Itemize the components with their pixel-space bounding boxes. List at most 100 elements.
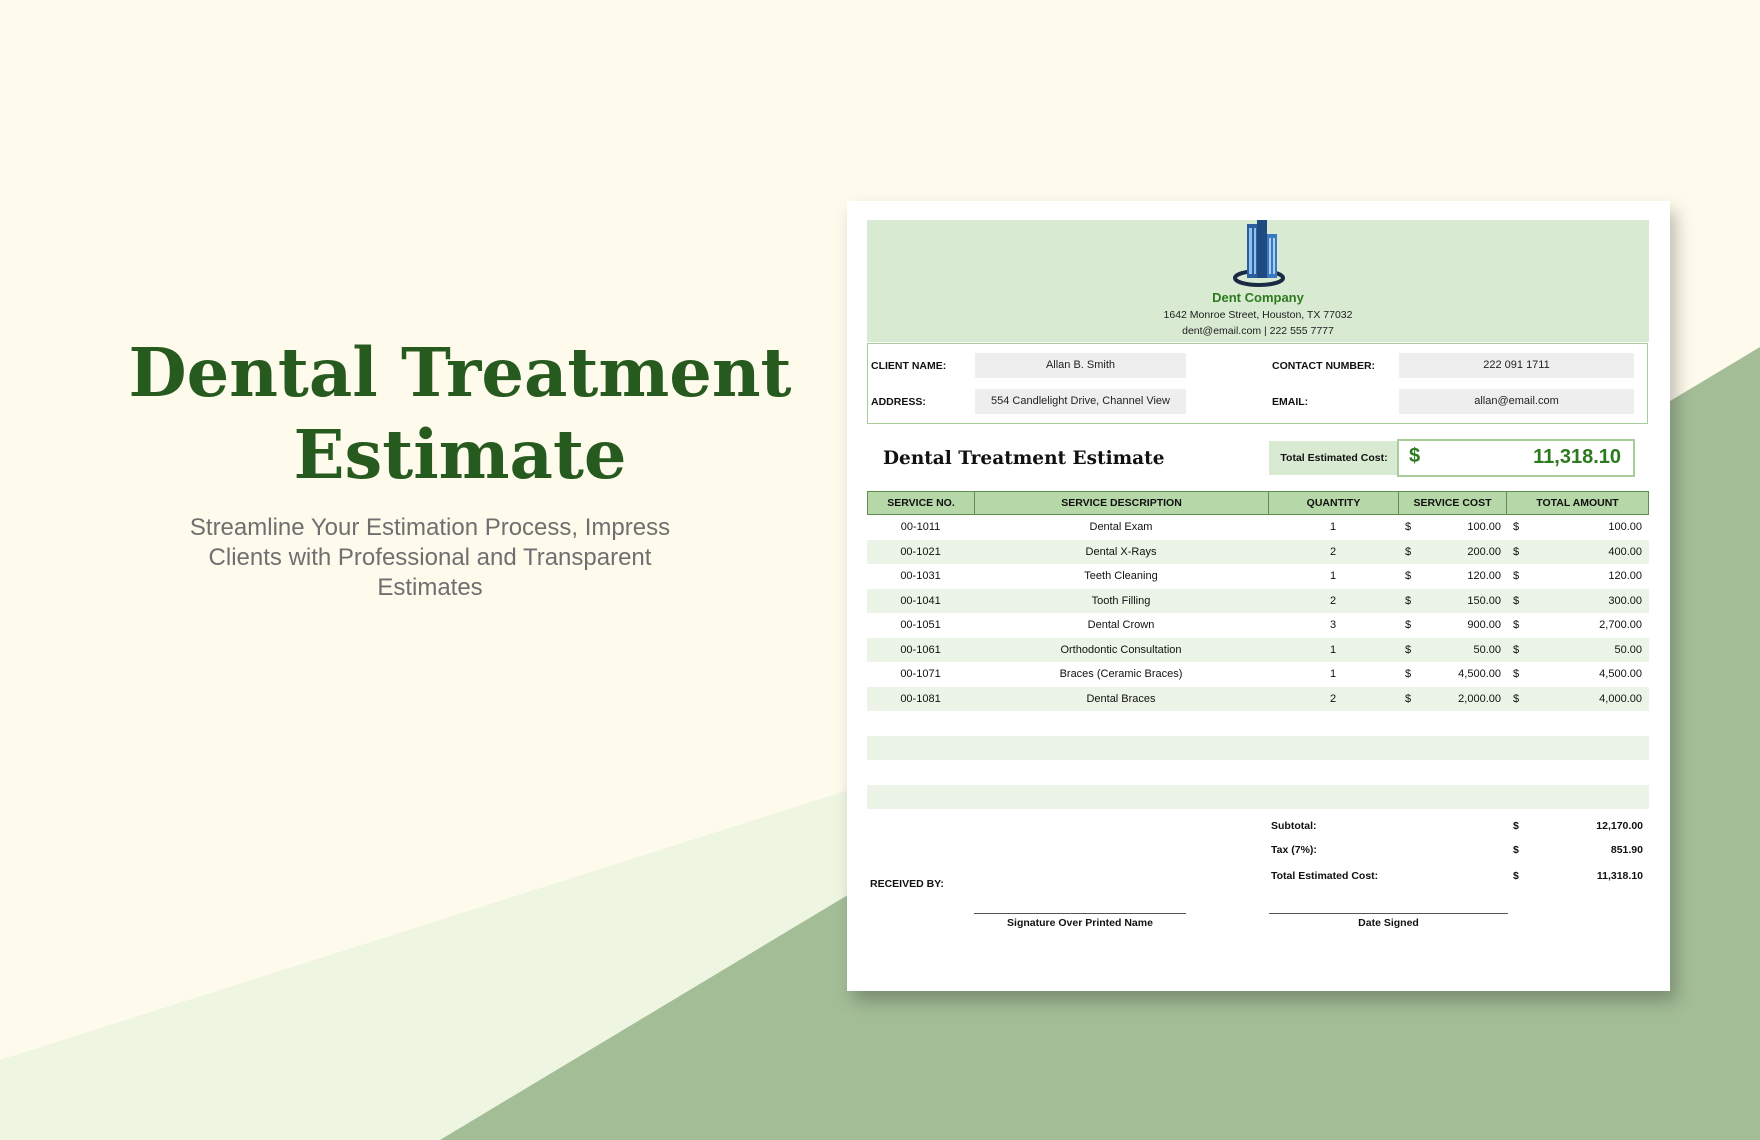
date-signed-label: Date Signed [1358, 917, 1419, 929]
cost-currency: $ [1405, 692, 1412, 705]
cell-total: 400.00 [1608, 545, 1642, 558]
email-field[interactable]: allan@email.com [1399, 389, 1634, 414]
total-currency: $ [1513, 643, 1520, 656]
cell-no: 00-1041 [900, 594, 941, 607]
cost-currency: $ [1405, 521, 1412, 533]
building-logo-icon [1233, 220, 1285, 287]
total-currency: $ [1513, 521, 1520, 533]
cell-total: 2,700.00 [1599, 619, 1642, 631]
cell-no: 00-1021 [900, 545, 941, 558]
table-row: 00-1041 Tooth Filling 2 150.00 300.00 $ $ [867, 588, 1649, 613]
signature-label: Signature Over Printed Name [1007, 917, 1153, 929]
promo-title: Dental Treatment Estimate [120, 332, 800, 496]
total-estimated-cost-label: Total Estimated Cost: [1269, 441, 1399, 475]
table-row: 00-1051 Dental Crown 3 900.00 2,700.00 $ $ [867, 613, 1649, 638]
currency-symbol: $ [1409, 445, 1421, 467]
cell-qty: 1 [1329, 570, 1337, 582]
header-service-no: SERVICE NO. [868, 492, 975, 514]
email-label: EMAIL: [1272, 396, 1309, 408]
cost-currency: $ [1405, 619, 1412, 631]
total-currency: $ [1513, 692, 1520, 705]
contact-number-field[interactable]: 222 091 1711 [1399, 353, 1634, 378]
cell-total: 300.00 [1608, 594, 1642, 607]
promo-title-line2: Estimate [293, 415, 627, 494]
summary-total-label: Total Estimated Cost: [1271, 870, 1379, 882]
cell-no: 00-1051 [900, 619, 941, 631]
tax-value: 851.90 [1610, 844, 1643, 856]
cell-cost: 50.00 [1473, 643, 1501, 656]
address-field[interactable]: 554 Candlelight Drive, Channel View [975, 389, 1186, 414]
cell-no: 00-1081 [900, 692, 941, 705]
cell-qty: 1 [1329, 643, 1337, 656]
company-name: Dent Company [1212, 290, 1304, 305]
cost-currency: $ [1405, 545, 1412, 558]
cell-qty: 1 [1329, 668, 1337, 680]
cost-currency: $ [1405, 668, 1412, 680]
cell-cost: 900.00 [1467, 619, 1501, 631]
company-address: 1642 Monroe Street, Houston, TX 77032 [1163, 309, 1353, 321]
header-service-description: SERVICE DESCRIPTION [975, 492, 1269, 514]
cell-cost: 4,500.00 [1458, 668, 1501, 680]
total-estimated-cost-value: 11,318.10 [1533, 446, 1621, 468]
cell-no: 00-1031 [900, 570, 941, 582]
table-rows: 00-1011 Dental Exam 1 100.00 100.00 $ $00-1021… [867, 515, 1649, 809]
tax-currency: $ [1513, 844, 1519, 856]
header-service-cost: SERVICE COST [1399, 492, 1507, 514]
cell-desc: Dental X-Rays [1085, 545, 1157, 558]
cell-qty: 2 [1329, 545, 1337, 558]
received-by-label: RECEIVED BY: [870, 878, 944, 890]
table-row: 00-1071 Braces (Ceramic Braces) 1 4,500.00 4… [867, 662, 1649, 687]
cell-desc: Braces (Ceramic Braces) [1059, 668, 1183, 680]
cost-currency: $ [1405, 643, 1412, 656]
estimate-title: Dental Treatment Estimate [883, 448, 1165, 469]
cell-desc: Dental Crown [1087, 619, 1155, 631]
cell-no: 00-1061 [900, 643, 941, 656]
cell-cost: 120.00 [1467, 570, 1501, 582]
total-currency: $ [1513, 594, 1520, 607]
table-header: SERVICE NO. SERVICE DESCRIPTION QUANTITY… [867, 491, 1649, 515]
summary-total-currency: $ [1513, 870, 1519, 882]
cell-no: 00-1011 [900, 521, 941, 533]
cell-desc: Tooth Filling [1091, 594, 1151, 607]
total-currency: $ [1513, 545, 1520, 558]
date-signed-line[interactable] [1269, 913, 1508, 914]
services-table: SERVICE NO. SERVICE DESCRIPTION QUANTITY… [867, 491, 1649, 809]
promo-title-line1: Dental Treatment [128, 333, 792, 412]
table-row [867, 784, 1649, 809]
cost-currency: $ [1405, 594, 1412, 607]
cell-desc: Dental Exam [1089, 521, 1153, 533]
cell-total: 4,500.00 [1599, 668, 1642, 680]
signature-line[interactable] [974, 913, 1186, 914]
estimate-document: Dent Company 1642 Monroe Street, Houston… [847, 201, 1670, 991]
cell-qty: 2 [1329, 594, 1337, 607]
cell-qty: 2 [1329, 692, 1337, 705]
address-label: ADDRESS: [871, 396, 926, 408]
client-name-field[interactable]: Allan B. Smith [975, 353, 1186, 378]
subtotal-label: Subtotal: [1271, 820, 1317, 832]
total-currency: $ [1513, 570, 1520, 582]
tax-label: Tax (7%): [1271, 844, 1317, 856]
total-currency: $ [1513, 619, 1520, 631]
cell-desc: Orthodontic Consultation [1060, 643, 1182, 656]
cell-total: 100.00 [1608, 521, 1642, 533]
cell-qty: 1 [1329, 521, 1337, 533]
subtotal-value: 12,170.00 [1596, 820, 1643, 832]
cost-currency: $ [1405, 570, 1412, 582]
total-currency: $ [1513, 668, 1520, 680]
total-estimated-cost-box: $ 11,318.10 [1397, 439, 1635, 477]
table-row [867, 735, 1649, 760]
summary-total-value: 11,318.10 [1596, 870, 1643, 882]
table-row: 00-1081 Dental Braces 2 2,000.00 4,000.00 $ $ [867, 686, 1649, 711]
table-row: 00-1011 Dental Exam 1 100.00 100.00 $ $ [867, 515, 1649, 540]
cell-desc: Dental Braces [1086, 692, 1156, 705]
cell-cost: 100.00 [1467, 521, 1501, 533]
table-row [867, 760, 1649, 785]
cell-total: 4,000.00 [1599, 692, 1642, 705]
cell-qty: 3 [1329, 619, 1337, 631]
company-contact: dent@email.com | 222 555 7777 [1182, 325, 1334, 337]
promo-subtitle: Streamline Your Estimation Process, Impr… [189, 514, 671, 601]
header-quantity: QUANTITY [1269, 492, 1399, 514]
client-name-label: CLIENT NAME: [871, 360, 947, 372]
contact-number-label: CONTACT NUMBER: [1272, 360, 1376, 372]
cell-total: 50.00 [1614, 643, 1642, 656]
